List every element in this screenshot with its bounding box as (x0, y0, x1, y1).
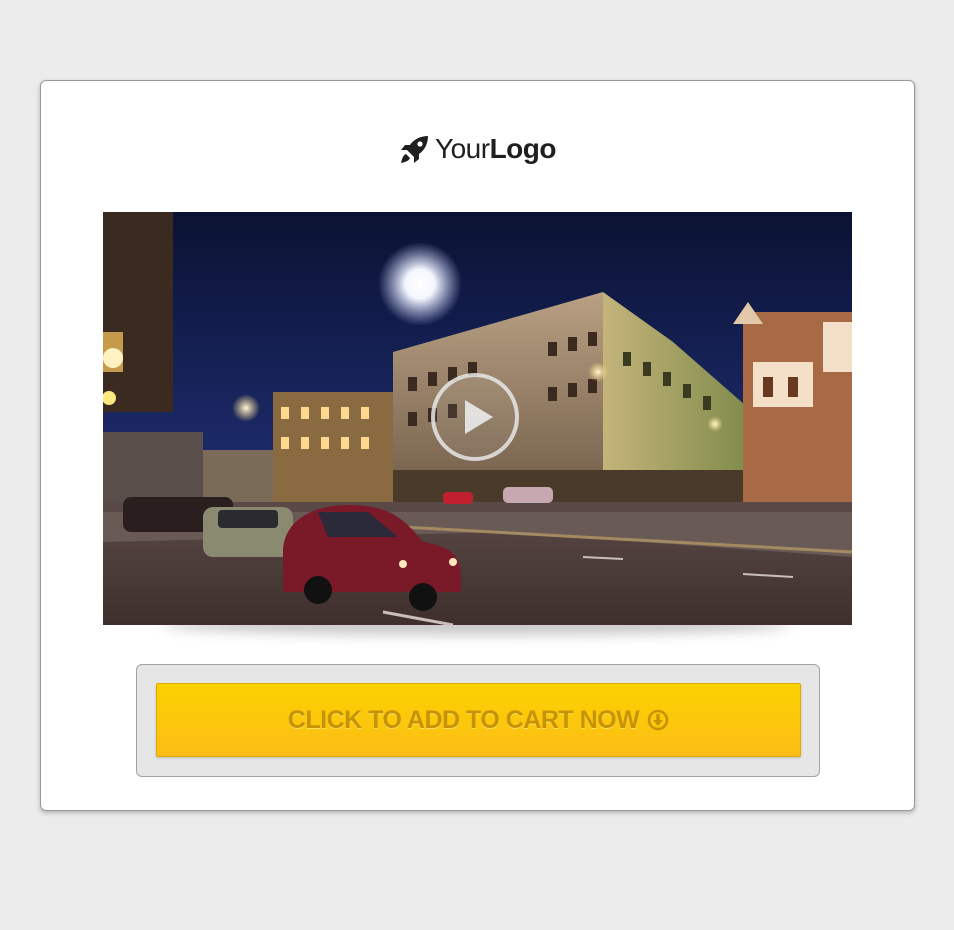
video-container (103, 212, 852, 635)
add-to-cart-label: CLICK TO ADD TO CART NOW (287, 705, 640, 734)
logo-text-light: Your (435, 133, 490, 164)
play-button[interactable] (431, 373, 519, 461)
logo: YourLogo (41, 133, 914, 165)
landing-card: YourLogo CLICK TO ADD TO CART NOW (40, 80, 915, 811)
logo-text: YourLogo (435, 133, 557, 165)
logo-text-bold: Logo (489, 133, 557, 164)
cta-container: CLICK TO ADD TO CART NOW (136, 664, 820, 777)
play-icon (465, 400, 493, 434)
add-to-cart-button[interactable]: CLICK TO ADD TO CART NOW (156, 683, 801, 757)
video-thumbnail[interactable] (103, 212, 852, 625)
arrow-down-circle-icon (647, 709, 669, 731)
rocket-icon (399, 133, 431, 165)
